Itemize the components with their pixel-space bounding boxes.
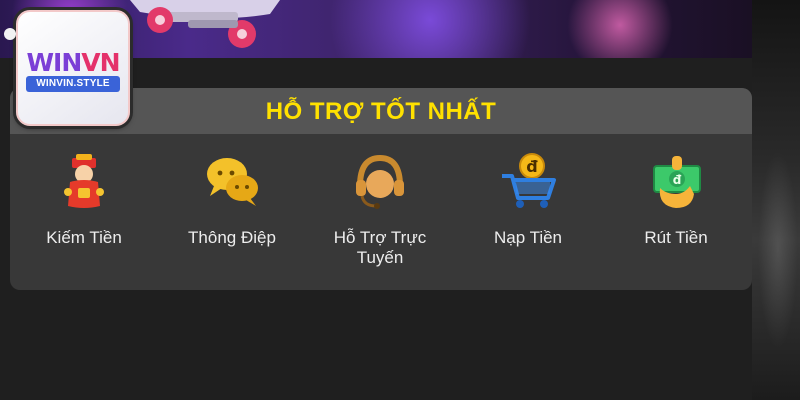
item-kiem-tien[interactable]: Kiếm Tiền xyxy=(10,152,158,282)
item-rut-tien[interactable]: đ Rút Tiền xyxy=(602,152,750,282)
item-label: Thông Điệp xyxy=(188,228,276,247)
headset-icon xyxy=(356,154,404,209)
winvn-logo[interactable]: WINVN WINVIN.STYLE xyxy=(4,10,130,126)
logo-domain-label: WINVIN.STYLE xyxy=(26,76,120,92)
logo-brand-text: WINVN xyxy=(26,48,120,77)
right-edge-background xyxy=(752,0,800,400)
chat-bubbles-icon xyxy=(207,158,258,206)
svg-text:đ: đ xyxy=(673,173,682,187)
shopping-cart-coin-icon: đ xyxy=(502,153,556,208)
item-thong-diep[interactable]: Thông Điệp xyxy=(158,152,306,282)
indicator-dot xyxy=(4,28,16,40)
item-ho-tro-truc-tuyen[interactable]: Hỗ Trợ Trực Tuyến xyxy=(306,152,454,282)
item-label: Rút Tiền xyxy=(644,228,708,247)
cash-in-hand-icon: đ xyxy=(653,156,701,208)
svg-text:đ: đ xyxy=(526,157,538,176)
god-of-wealth-icon xyxy=(64,154,104,208)
item-label: Nạp Tiền xyxy=(493,228,563,247)
skateboard-illustration xyxy=(130,0,280,48)
item-nap-tien[interactable]: đ Nạp Tiền xyxy=(454,152,602,282)
item-label: Hỗ Trợ Trực Tuyến xyxy=(333,228,427,267)
support-items: Kiếm Tiền Thông Điệp Hỗ Trợ Trực Tuyến đ… xyxy=(10,152,752,282)
item-label: Kiếm Tiền xyxy=(46,228,122,247)
